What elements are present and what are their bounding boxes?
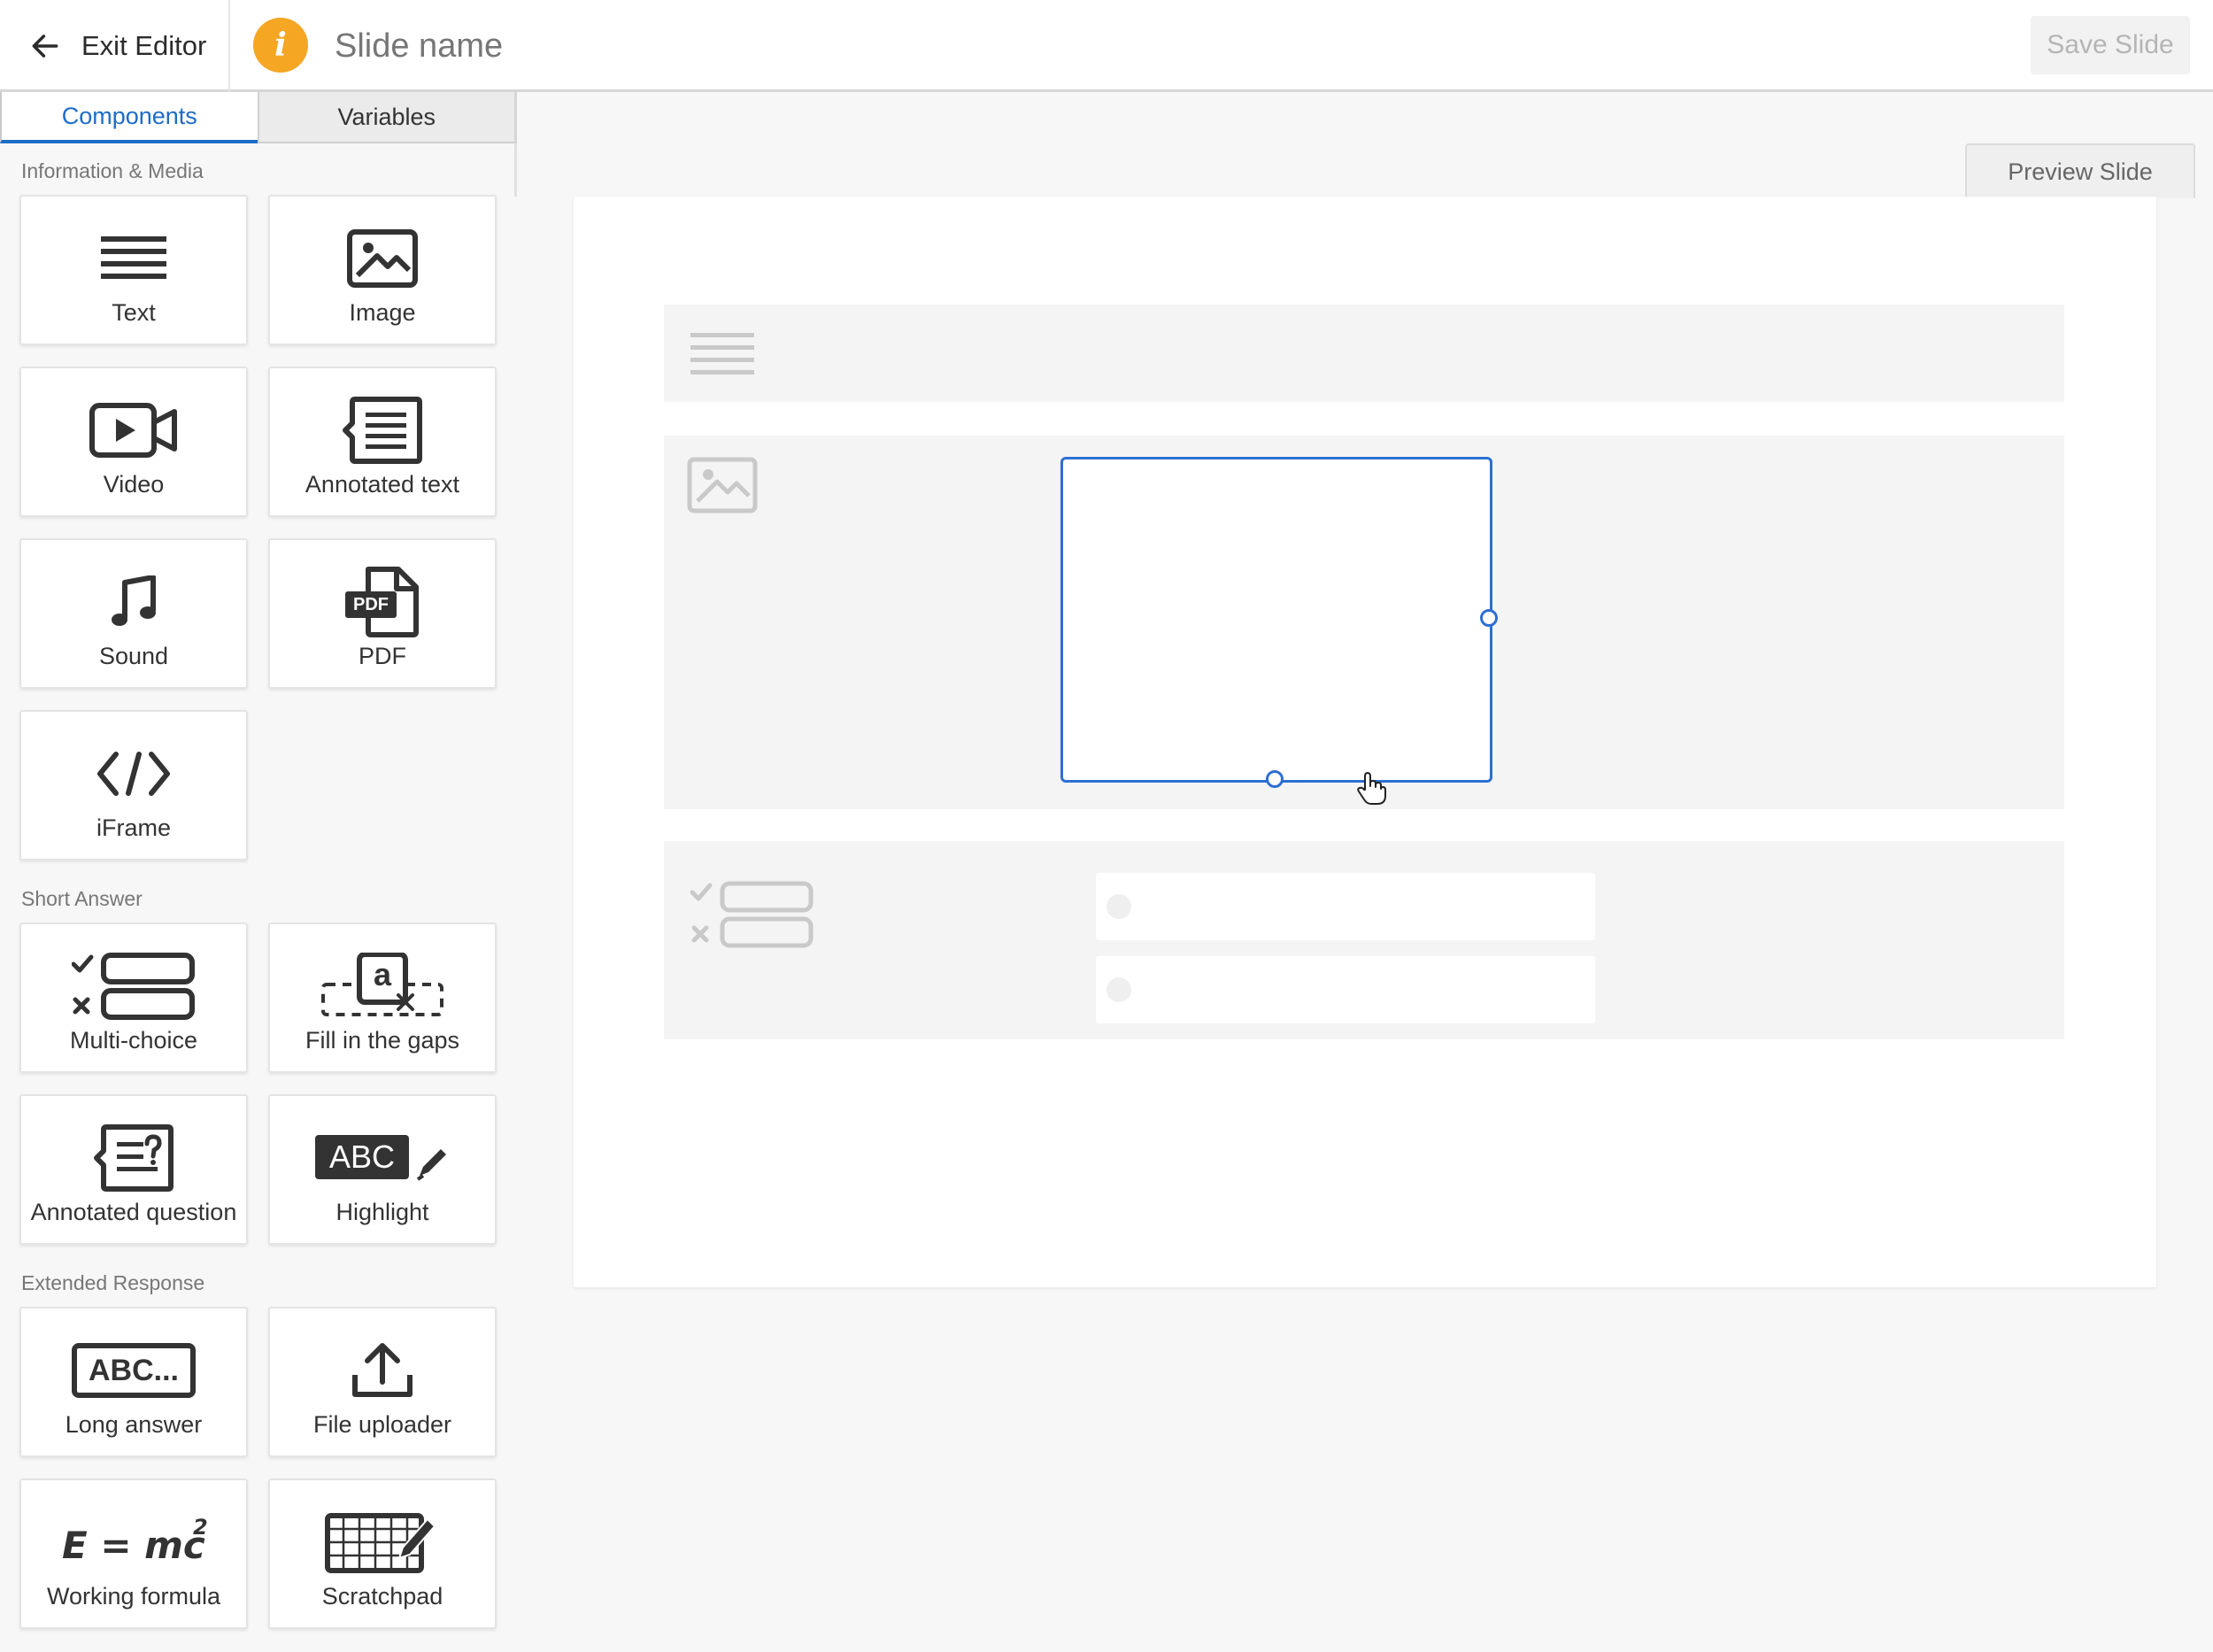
component-pdf[interactable]: PDF PDF [268,538,497,689]
annotated-text-icon [343,397,422,464]
component-label: Highlight [335,1199,429,1225]
tab-variables[interactable]: Variables [257,92,514,143]
component-long-answer[interactable]: ABC... Long answer [19,1307,248,1457]
image-icon [347,229,418,288]
component-sound[interactable]: Sound [19,538,248,689]
answer-option[interactable] [1096,873,1595,940]
code-brackets-icon [97,752,170,796]
info-icon[interactable]: i [253,18,308,73]
components-sidebar: Components Variables Information & Media… [0,92,517,1652]
component-annotated-text[interactable]: Annotated text [268,367,497,517]
component-working-formula[interactable]: E = mc 2 Working formula [19,1478,248,1629]
answer-option[interactable] [1096,956,1595,1023]
long-answer-text: ABC... [89,1354,179,1387]
image-placeholder-frame[interactable] [1060,457,1492,783]
radio-indicator [1106,894,1131,919]
annotated-question-icon [94,1124,173,1192]
component-text[interactable]: Text [19,195,248,345]
component-label: Annotated question [30,1199,237,1225]
pdf-badge-text: PDF [353,595,389,614]
exit-editor-button[interactable]: Exit Editor [28,21,206,71]
tab-components[interactable]: Components [0,92,258,143]
section-label-information-media: Information & Media [21,159,204,182]
component-label: Multi-choice [69,1027,198,1054]
editor-header: Exit Editor i Slide name Save Slide [0,0,2213,92]
formula-icon: E = mc 2 [58,1515,209,1570]
slide-name-field[interactable]: Slide name [335,23,503,69]
text-lines-icon [101,236,166,279]
section-label-short-answer: Short Answer [21,887,143,910]
component-label: Image [349,299,416,326]
component-label: Text [112,299,156,326]
component-file-uploader[interactable]: File uploader [268,1307,497,1457]
scratchpad-icon [325,1513,436,1573]
gap-letter-text: a [373,956,392,992]
component-scratchpad[interactable]: Scratchpad [268,1478,497,1629]
component-label: PDF [359,643,406,669]
formula-exponent: 2 [193,1515,208,1540]
component-label: Video [103,471,165,498]
upload-icon [352,1343,413,1397]
formula-text: E = mc [62,1524,205,1567]
highlight-abc-text: ABC [328,1139,396,1175]
component-label: Annotated text [305,471,460,498]
resize-handle-right[interactable] [1480,609,1498,627]
sidebar-tabs: Components Variables [0,92,517,143]
resize-handle-bottom[interactable] [1266,770,1284,788]
video-camera-icon [89,403,177,458]
component-annotated-question[interactable]: Annotated question [19,1094,248,1245]
pdf-file-icon: PDF [345,567,420,637]
radio-indicator [1106,977,1131,1002]
preview-slide-button[interactable]: Preview Slide [1965,143,2195,198]
component-label: Working formula [46,1583,221,1610]
component-iframe[interactable]: iFrame [19,710,248,861]
component-label: Fill in the gaps [305,1027,460,1054]
component-multi-choice[interactable]: Multi-choice [19,922,248,1073]
component-label: Scratchpad [321,1583,443,1610]
exit-editor-label: Exit Editor [81,30,207,61]
component-label: File uploader [312,1411,452,1438]
arrow-left-icon [32,35,58,58]
hand-pointer-icon [1357,772,1386,805]
multi-choice-icon [690,881,813,948]
highlight-icon: ABC [315,1131,450,1185]
slide-block-text[interactable] [664,305,2064,402]
component-highlight[interactable]: ABC Highlight [268,1094,497,1245]
multi-choice-icon [72,953,195,1020]
sidebar-edge [514,143,517,197]
section-label-extended-response: Extended Response [21,1271,205,1294]
header-divider [228,0,230,92]
component-image[interactable]: Image [268,195,497,345]
fill-gaps-icon: a [320,953,444,1020]
text-lines-icon [690,333,754,374]
component-label: iFrame [96,814,171,841]
image-icon [687,457,758,513]
slide-canvas [574,197,2156,1287]
long-answer-icon: ABC... [72,1343,196,1398]
save-slide-button[interactable]: Save Slide [2031,16,2190,74]
component-label: Sound [98,643,169,669]
component-fill-gaps[interactable]: a Fill in the gaps [268,922,497,1073]
component-label: Long answer [65,1411,203,1438]
music-note-icon [112,575,156,626]
component-video[interactable]: Video [19,367,248,517]
